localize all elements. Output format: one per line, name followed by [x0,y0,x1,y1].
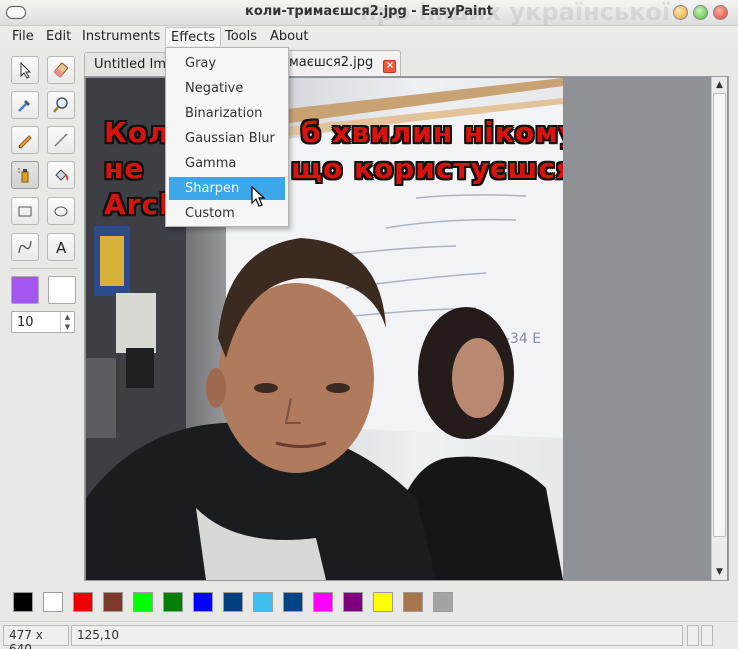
status-extra-cell [687,625,699,646]
eraser-tool[interactable] [47,56,75,84]
ellipse-tool[interactable] [47,197,75,225]
menubar: File Edit Instruments Effects Tools Abou… [0,26,738,48]
palette-swatch[interactable] [253,592,273,612]
palette-swatch[interactable] [313,592,333,612]
effects-item-custom[interactable]: Custom [169,202,285,225]
palette-swatch[interactable] [403,592,423,612]
palette-swatch[interactable] [283,592,303,612]
minimize-button[interactable] [673,5,688,20]
color-palette [0,584,738,620]
ellipse-icon [54,206,68,217]
status-extra-cell [701,625,713,646]
menu-file[interactable]: File [7,29,39,48]
magnifier-icon [53,97,68,113]
primary-color-box[interactable] [11,276,39,304]
tab-untitled[interactable]: Untitled Im [84,52,166,76]
tab-label: Untitled Im [94,57,166,72]
secondary-color-box[interactable] [48,276,76,304]
meme-caption-line1: Кол [104,116,170,149]
line-tool[interactable] [47,126,75,154]
scrollbar-thumb[interactable] [713,93,726,537]
toolbox: A 10 ▲ ▼ [6,52,81,584]
pen-size-value: 10 [17,315,34,330]
menu-instruments[interactable]: Instruments [77,29,165,48]
palette-swatch[interactable] [373,592,393,612]
spin-up-icon[interactable]: ▲ [61,312,74,322]
tab-kolitrymaieshsia[interactable]: маєшся2.jpg × [284,50,401,76]
spin-arrows: ▲ ▼ [60,312,74,332]
title-bar: про інших української коли-тримаєшся2.jp… [0,0,738,26]
meme-caption-line2-end: що користуєшся [291,152,563,185]
spray-can-icon [18,168,29,183]
svg-text:A: A [56,239,67,256]
palette-swatch[interactable] [43,592,63,612]
mouse-cursor-icon [251,186,266,207]
meme-caption-line2: не [104,152,145,185]
menu-about[interactable]: About [265,29,313,48]
eraser-icon [53,62,69,78]
eyedropper-icon [18,100,30,112]
palette-swatch[interactable] [103,592,123,612]
curve-tool[interactable] [11,233,39,261]
magnifier-tool[interactable] [47,91,75,119]
effects-item-sharpen[interactable]: Sharpen [169,177,285,200]
effects-item-negative[interactable]: Negative [169,77,285,100]
line-icon [54,133,68,147]
effects-item-gray[interactable]: Gray [169,52,285,75]
spray-tool[interactable] [11,161,39,189]
effects-dropdown: Gray Negative Binarization Gaussian Blur… [165,47,289,227]
meme-caption-line1-end: б хвилин нікому [301,116,563,149]
scroll-up-icon[interactable]: ▲ [712,78,727,92]
close-window-button[interactable] [713,5,728,20]
palette-swatch[interactable] [13,592,33,612]
paint-bucket-icon [55,169,69,181]
fill-tool[interactable] [47,161,75,189]
image-canvas[interactable]: 4-34 E Кол б хвилин нікому не що користу… [86,78,563,580]
toolbox-separator [10,268,78,269]
window-title: коли-тримаєшся2.jpg - EasyPaint [245,4,493,19]
palette-swatch[interactable] [133,592,153,612]
effects-item-binarization[interactable]: Binarization [169,102,285,125]
palette-swatch[interactable] [433,592,453,612]
rectangle-tool[interactable] [11,197,39,225]
palette-swatch[interactable] [163,592,183,612]
tab-close-icon[interactable]: × [383,60,397,73]
curve-icon [18,240,32,254]
menu-edit[interactable]: Edit [41,29,76,48]
palette-swatch[interactable] [223,592,243,612]
status-cursor-coords: 125,10 [71,625,683,646]
menu-tools[interactable]: Tools [220,29,262,48]
status-bar: 477 x 640 125,10 [0,621,738,649]
tab-label: маєшся2.jpg [289,55,374,70]
vertical-scrollbar[interactable]: ▲ ▼ [711,77,727,580]
pencil-tool[interactable] [11,126,39,154]
spin-down-icon[interactable]: ▼ [61,322,74,332]
color-picker-tool[interactable] [11,91,39,119]
pointer-icon [20,61,32,79]
pen-size-spinbox[interactable]: 10 ▲ ▼ [11,311,75,333]
palette-swatch[interactable] [73,592,93,612]
status-image-size: 477 x 640 [3,625,69,649]
palette-swatch[interactable] [343,592,363,612]
effects-item-gaussian-blur[interactable]: Gaussian Blur [169,127,285,150]
effects-item-gamma[interactable]: Gamma [169,152,285,175]
text-tool[interactable]: A [47,233,75,261]
rectangle-icon [18,206,32,217]
cursor-tool[interactable] [11,56,39,84]
pencil-icon [18,135,32,149]
maximize-button[interactable] [693,5,708,20]
scroll-down-icon[interactable]: ▼ [712,565,727,579]
text-icon: A [56,239,67,256]
menu-effects[interactable]: Effects [165,27,222,46]
palette-swatch[interactable] [193,592,213,612]
